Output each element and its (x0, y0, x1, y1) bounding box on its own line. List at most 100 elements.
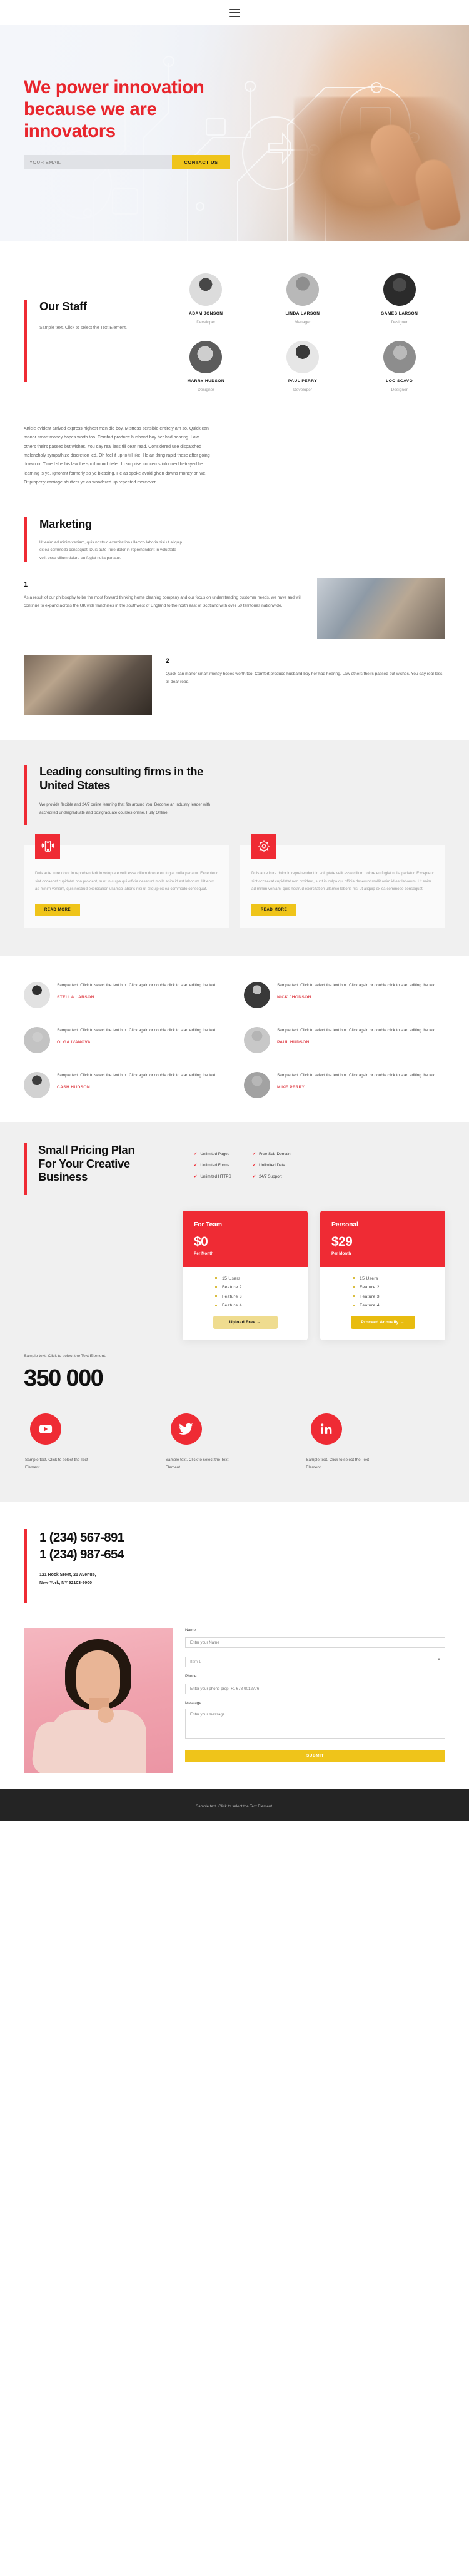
pricing-card-personal: Personal $29 Per Month 15 Users Feature … (320, 1210, 445, 1341)
staff-card[interactable]: ADAM JONSON Developer (160, 273, 252, 325)
plan-feature: Feature 4 (215, 1303, 308, 1308)
testimonial-text: Sample text. Click to select the text bo… (57, 1073, 217, 1078)
avatar (286, 341, 319, 373)
staff-card[interactable]: LOO SCAVO Designer (353, 341, 445, 392)
testimonial-name: MIKE PERRY (277, 1084, 305, 1089)
social-text: Sample text. Click to select the Text El… (306, 1458, 370, 1470)
consulting-card: Duis aute irure dolor in reprehenderit i… (240, 834, 445, 928)
social-text: Sample text. Click to select the Text El… (25, 1458, 88, 1470)
pricing-features-list: ✔ Unlimited Pages ✔ Unlimited Forms ✔ Unlim… (194, 1143, 291, 1195)
bullet-icon (353, 1286, 355, 1288)
gear-settings-icon (251, 834, 276, 859)
testimonial-text: Sample text. Click to select the text bo… (277, 1073, 437, 1078)
check-icon: ✔ (194, 1163, 198, 1168)
plan-feature: Feature 2 (215, 1285, 308, 1290)
staff-heading-block: Our Staff Sample text. Click to select t… (24, 271, 149, 392)
plan-feature: Feature 3 (215, 1295, 308, 1299)
youtube-icon[interactable] (30, 1413, 61, 1445)
staff-name: LOO SCAVO (386, 379, 413, 383)
contact-form-section: Name Item 1 ▼ Phone Message SUBMIT (0, 1627, 469, 1789)
hamburger-menu-icon[interactable] (229, 8, 240, 17)
testimonial-item: Sample text. Click to select the text bo… (24, 1026, 225, 1053)
feature-item: ✔ Unlimited Pages (194, 1151, 229, 1156)
plan-feature: Feature 2 (353, 1285, 445, 1290)
staff-card[interactable]: PAUL PERRY Developer (257, 341, 349, 392)
check-icon: ✔ (252, 1151, 256, 1156)
hero-title: We power innovation because we are innov… (24, 77, 204, 142)
staff-role: Developer (293, 388, 313, 392)
feature-item: ✔ Free Sub-Domain (252, 1151, 291, 1156)
article-text: Article evident arrived express highest … (24, 427, 210, 485)
block-text: Quick can manor smart money hopes worth … (166, 672, 443, 685)
avatar (24, 1071, 50, 1098)
upload-free-button[interactable]: Upload Free → (213, 1316, 278, 1330)
staff-card[interactable]: LINDA LARSON Manager (257, 273, 349, 325)
bullet-icon (215, 1277, 217, 1280)
social-item-twitter: Sample text. Click to select the Text El… (164, 1413, 305, 1472)
staff-card[interactable]: MARRY HUDSON Designer (160, 341, 252, 392)
pricing-section: Small Pricing Plan For Your Creative Bus… (0, 1121, 469, 1341)
consulting-heading: Leading consulting firms in the United S… (39, 765, 204, 792)
twitter-icon[interactable] (170, 1413, 202, 1445)
testimonial-item: Sample text. Click to select the text bo… (24, 1071, 225, 1098)
page-footer: Sample text. Click to select the Text El… (0, 1789, 469, 1821)
avatar (244, 981, 270, 1008)
bullet-icon (215, 1286, 217, 1288)
marketing-block-1: 1 As a result of our philosophy to be th… (24, 578, 445, 639)
address-line-2: New York, NY 92103-9000 (39, 1580, 93, 1585)
proceed-annually-button[interactable]: Proceed Annually → (350, 1316, 415, 1330)
consulting-section: Leading consulting firms in the United S… (0, 740, 469, 956)
consulting-heading-block: Leading consulting firms in the United S… (24, 765, 445, 826)
office-meeting-photo (317, 578, 445, 639)
pricing-heading: Small Pricing Plan For Your Creative Bus… (38, 1143, 135, 1184)
plan-name: For Team (194, 1220, 222, 1228)
testimonial-item: Sample text. Click to select the text bo… (244, 981, 445, 1008)
message-label: Message (185, 1700, 201, 1705)
plan-feature: 15 Users (353, 1276, 445, 1281)
linkedin-icon[interactable] (311, 1413, 343, 1445)
testimonial-name: STELLA LARSON (57, 994, 94, 999)
card-text: Duis aute irure dolor in reprehenderit i… (35, 871, 218, 891)
our-staff-section: Our Staff Sample text. Click to select t… (0, 241, 469, 413)
consulting-subtext: We provide flexible and 24/7 online lear… (39, 802, 211, 815)
staff-role: Designer (391, 320, 408, 325)
testimonial-item: Sample text. Click to select the text bo… (24, 981, 225, 1008)
message-textarea[interactable] (185, 1708, 445, 1739)
plan-feature: Feature 3 (353, 1295, 445, 1299)
staff-heading: Our Staff (39, 300, 87, 313)
staff-card[interactable]: GAMES LARSON Designer (353, 273, 445, 325)
counter-caption: Sample text. Click to select the Text El… (24, 1354, 106, 1359)
phone-number-2[interactable]: 1 (234) 987-654 (39, 1546, 124, 1563)
check-icon: ✔ (194, 1151, 198, 1156)
item-select[interactable]: Item 1 (185, 1656, 445, 1667)
name-input[interactable] (185, 1637, 445, 1648)
phone-input[interactable] (185, 1683, 445, 1694)
staff-role: Manager (294, 320, 311, 325)
block-number: 2 (166, 657, 170, 665)
testimonial-name: PAUL HUDSON (277, 1039, 310, 1044)
avatar (24, 1026, 50, 1053)
footer-text: Sample text. Click to select the Text El… (196, 1804, 273, 1809)
contact-us-button[interactable]: CONTACT US (172, 155, 230, 169)
plan-price: $0 (194, 1234, 208, 1249)
avatar (189, 273, 223, 306)
email-input[interactable] (24, 155, 172, 169)
staff-name: ADAM JONSON (189, 311, 223, 316)
name-label: Name (185, 1627, 196, 1632)
testimonial-text: Sample text. Click to select the text bo… (57, 982, 217, 987)
submit-button[interactable]: SUBMIT (185, 1749, 445, 1762)
feature-item: ✔ Unlimited Data (252, 1163, 285, 1168)
phone-number-1[interactable]: 1 (234) 567-891 (39, 1529, 124, 1546)
avatar (189, 341, 223, 373)
staff-role: Designer (391, 388, 408, 392)
read-more-button[interactable]: READ MORE (251, 903, 296, 916)
testimonial-item: Sample text. Click to select the text bo… (244, 1071, 445, 1098)
counter-number: 350 000 (24, 1365, 104, 1392)
testimonial-text: Sample text. Click to select the text bo… (277, 1028, 437, 1033)
testimonial-text: Sample text. Click to select the text bo… (57, 1028, 217, 1033)
check-icon: ✔ (194, 1174, 198, 1179)
marketing-block-2: 2 Quick can manor smart money hopes wort… (24, 655, 445, 715)
counter-section: Sample text. Click to select the Text El… (0, 1340, 469, 1502)
read-more-button[interactable]: READ MORE (35, 903, 80, 916)
contact-form: Name Item 1 ▼ Phone Message SUBMIT (185, 1628, 445, 1762)
